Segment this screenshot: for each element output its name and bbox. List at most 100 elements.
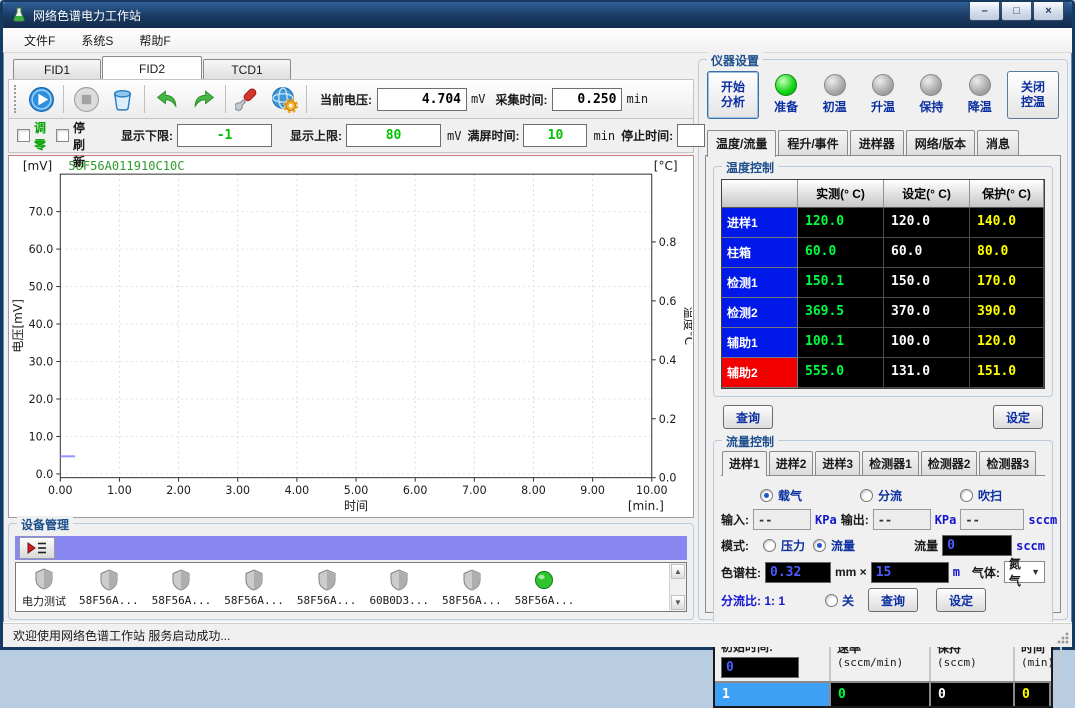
toolbar-separator [306,85,307,113]
temp-set-cell[interactable]: 131.0 [884,358,970,388]
temp-protect-cell[interactable]: 80.0 [970,238,1044,268]
stop-button[interactable] [69,82,103,116]
flow-program-cell[interactable]: 0 [931,683,1015,706]
start-analysis-button[interactable]: 开始 分析 [707,71,759,119]
flow-tab[interactable]: 进样1 [722,451,767,476]
pause-refresh-checkbox[interactable] [56,129,69,142]
column-diameter-field[interactable] [765,562,831,583]
flow-tab[interactable]: 检测器3 [979,451,1036,475]
current-voltage-field[interactable] [377,88,467,111]
svg-text:9.00: 9.00 [580,484,605,497]
resize-grip[interactable] [1056,631,1069,644]
menu-item[interactable]: 文件F [13,29,66,52]
column-label: 色谱柱: [721,564,761,581]
device-item[interactable]: 60B0D3... [369,569,429,607]
flow-set-button[interactable]: 设定 [936,588,986,612]
instrument-tab[interactable]: 进样器 [850,130,904,155]
gas-dropdown[interactable]: 氮气 ▼ [1004,561,1045,583]
temp-set-button[interactable]: 设定 [993,405,1043,429]
column-length-field[interactable] [871,562,949,583]
temp-protect-cell[interactable]: 140.0 [970,208,1044,238]
scroll-down-button[interactable]: ▼ [671,595,685,610]
app-icon [11,6,27,25]
flow-tab[interactable]: 进样2 [769,451,814,475]
acq-time-label: 采集时间: [495,91,547,108]
menu-item[interactable]: 帮助F [128,29,181,52]
stop-time-field[interactable] [677,124,705,147]
undo-button[interactable] [150,82,184,116]
network-button[interactable] [267,82,301,116]
gas-type-radio[interactable] [960,489,973,502]
flow-program-cell[interactable]: 1 [715,683,831,706]
svg-text:0.0: 0.0 [36,468,54,481]
device-offline-icon [244,569,264,594]
chart-plot[interactable]: 0.001.002.003.004.005.006.007.008.009.00… [10,157,692,516]
detector-tab-fid1[interactable]: FID1 [13,59,101,79]
device-item[interactable]: 58F56A... [79,569,139,607]
temp-protect-cell[interactable]: 170.0 [970,268,1044,298]
tools-button[interactable] [231,82,265,116]
acq-time-field[interactable] [552,88,622,111]
instrument-tab[interactable]: 温度/流量 [707,130,776,157]
column-length-unit: m [953,565,960,579]
split-off-radio[interactable] [825,594,838,607]
input-pressure-field[interactable] [753,509,811,530]
temp-protect-cell[interactable]: 390.0 [970,298,1044,328]
gas-type-radio[interactable] [860,489,873,502]
flow-setpoint-field[interactable] [942,535,1012,556]
flow-tab[interactable]: 检测器2 [921,451,978,475]
status-light-保持: 保持 [907,74,955,115]
scroll-up-button[interactable]: ▲ [671,564,685,579]
instrument-tab[interactable]: 消息 [977,130,1019,155]
flow-query-button[interactable]: 查询 [868,588,918,612]
temp-set-cell[interactable]: 60.0 [884,238,970,268]
svg-text:8.00: 8.00 [521,484,546,497]
close-button[interactable]: × [1033,2,1064,21]
temp-protect-cell[interactable]: 151.0 [970,358,1044,388]
device-item[interactable]: 58F56A... [442,569,502,607]
output-pressure-field[interactable] [873,509,931,530]
device-item[interactable]: 58F56A... [297,569,357,607]
upper-limit-field[interactable] [346,124,441,147]
instrument-tab[interactable]: 网络/版本 [906,130,975,155]
display-settings-row: 调零 暂停刷新 显示下限: 显示上限: mV 满屏时间: min 停止时间: [8,119,694,153]
device-item[interactable]: 58F56A... [224,569,284,607]
instrument-tab[interactable]: 程升/事件 [778,130,847,155]
temp-set-cell[interactable]: 370.0 [884,298,970,328]
temp-set-cell[interactable]: 120.0 [884,208,970,238]
detector-tab-fid2[interactable]: FID2 [102,56,202,79]
temp-row-label: 检测2 [722,298,798,328]
gas-type-radio[interactable] [760,489,773,502]
total-flow-field[interactable] [960,509,1024,530]
flow-tab[interactable]: 进样3 [815,451,860,475]
start-button[interactable] [24,82,58,116]
initial-time-field[interactable] [721,657,799,678]
svg-text:6.00: 6.00 [403,484,428,497]
flow-program-cell[interactable]: 0 [831,683,931,706]
redo-button[interactable] [186,82,220,116]
close-heating-button[interactable]: 关闭 控温 [1007,71,1059,119]
maximize-button[interactable]: □ [1001,2,1032,21]
device-item[interactable]: 58F56A... [152,569,212,607]
mode-radio[interactable] [763,539,776,552]
temp-query-button[interactable]: 查询 [723,405,773,429]
fullscreen-time-field[interactable] [523,124,587,147]
device-item[interactable]: 电力测试 [22,568,66,609]
flow-program-cell[interactable]: 0 [1015,683,1051,706]
temp-set-cell[interactable]: 150.0 [884,268,970,298]
mode-radio[interactable] [813,539,826,552]
device-item[interactable]: 58F56A... [515,569,575,607]
zero-checkbox[interactable] [17,129,30,142]
acq-time-unit: min [626,92,648,106]
lower-limit-field[interactable] [177,124,272,147]
toolbar-grip[interactable] [14,85,18,113]
device-run-list-button[interactable] [19,537,55,559]
clear-button[interactable] [105,82,139,116]
detector-tab-tcd1[interactable]: TCD1 [203,59,291,79]
temp-set-cell[interactable]: 100.0 [884,328,970,358]
temp-protect-cell[interactable]: 120.0 [970,328,1044,358]
menu-item[interactable]: 系统S [70,29,124,52]
minimize-button[interactable]: – [969,2,1000,21]
chromatogram-chart[interactable]: 0.001.002.003.004.005.006.007.008.009.00… [8,155,694,518]
flow-tab[interactable]: 检测器1 [862,451,919,475]
